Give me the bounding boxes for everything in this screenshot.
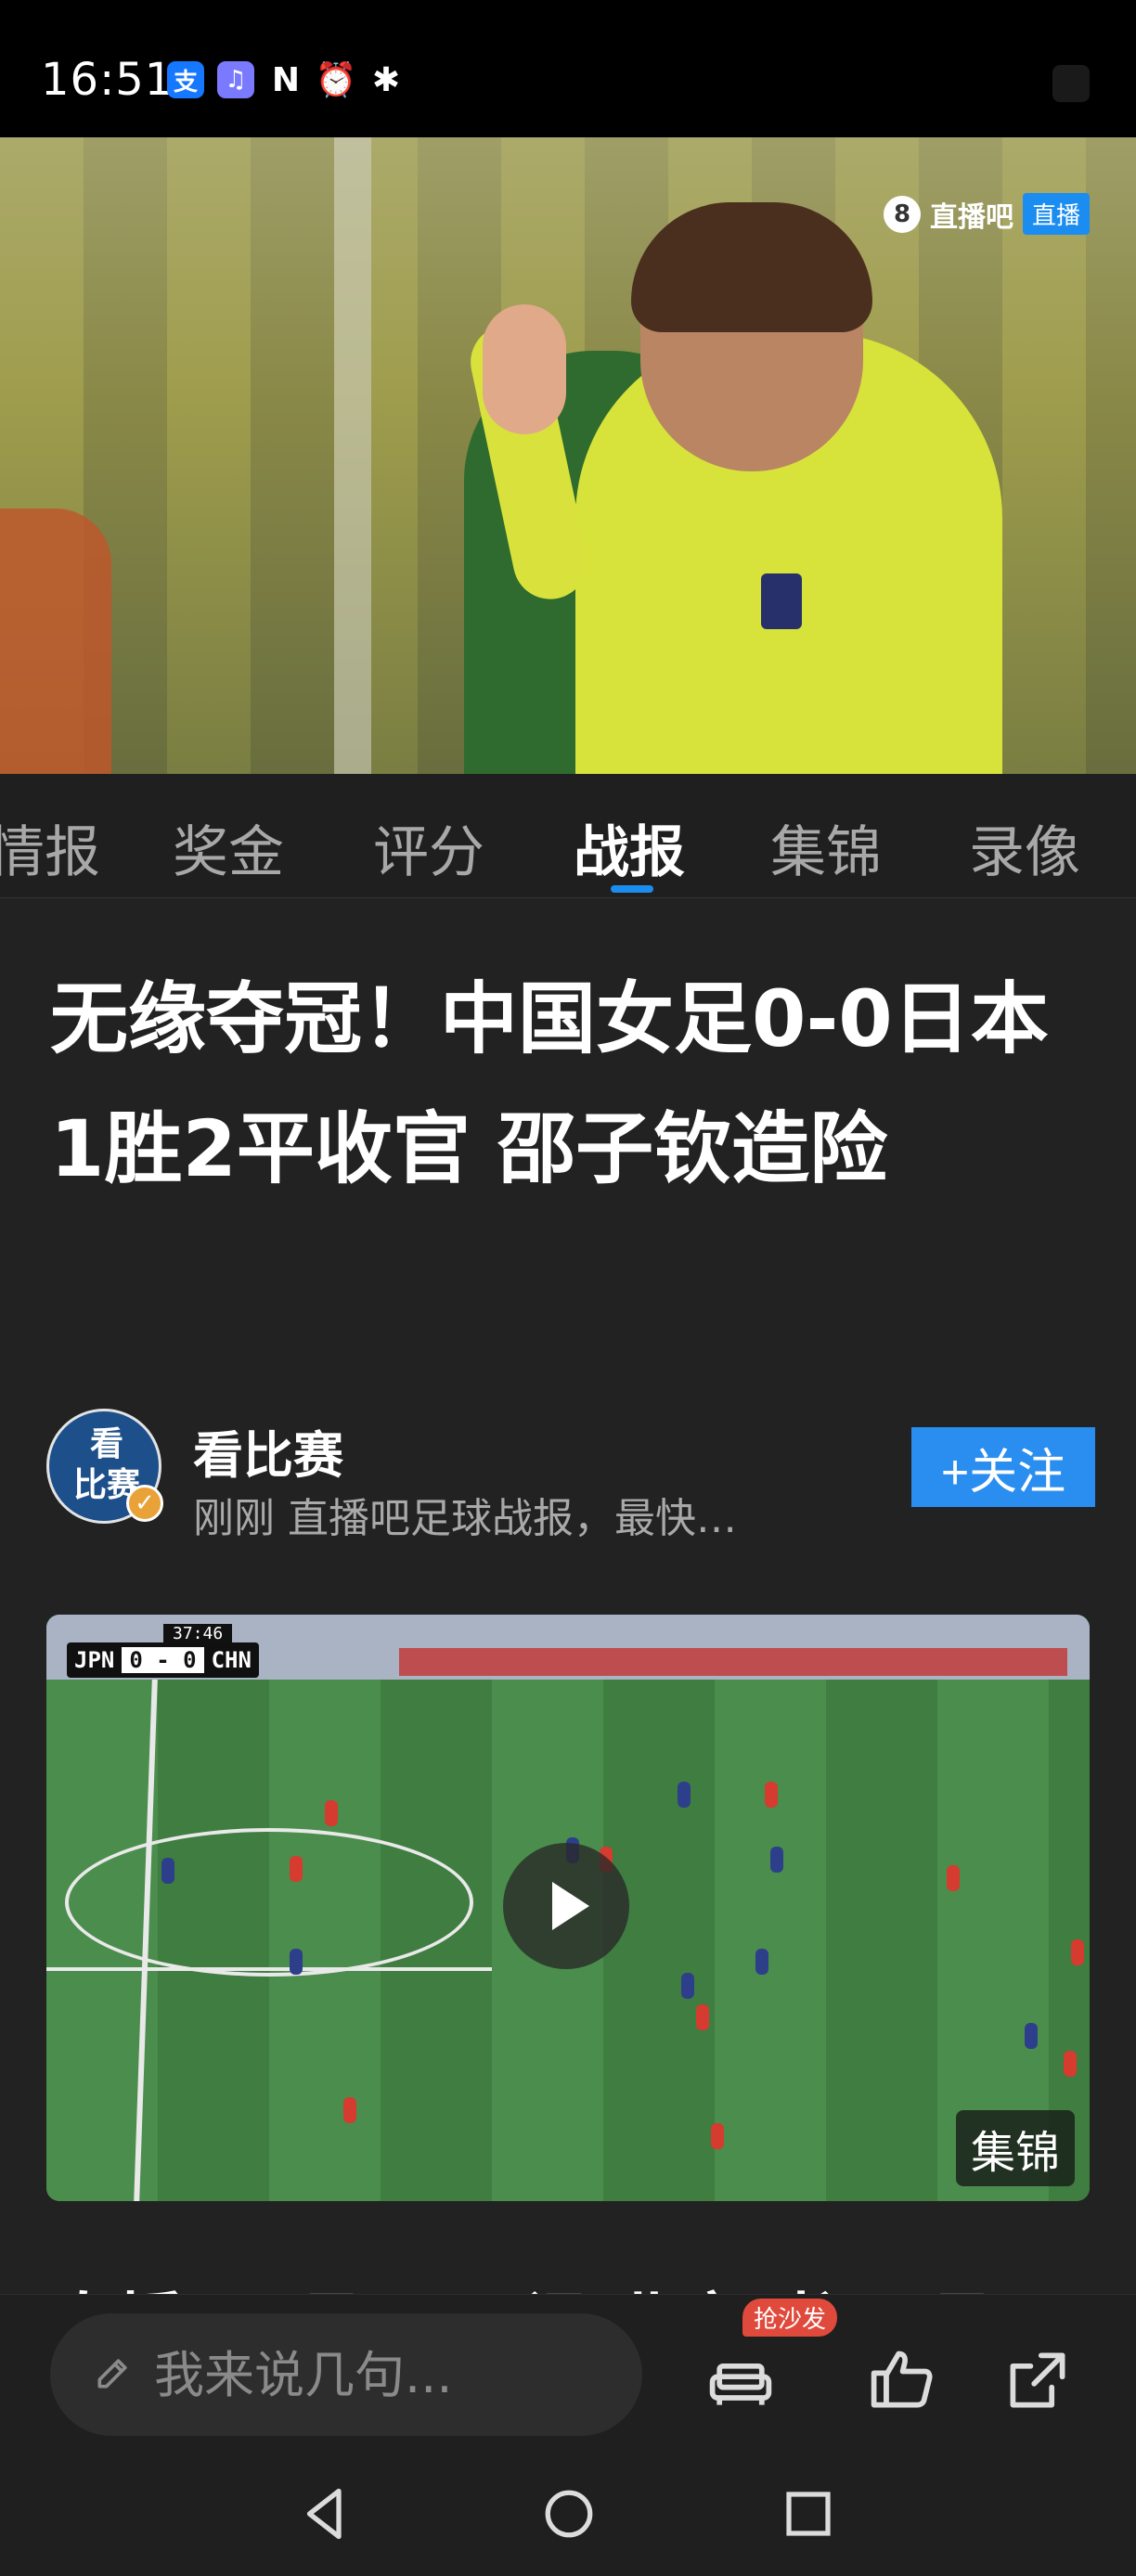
player — [770, 1847, 783, 1873]
broadcaster-logo: 8 直播吧 直播 — [883, 193, 1090, 235]
player — [678, 1782, 691, 1808]
center-circle — [65, 1828, 473, 1977]
share-icon[interactable] — [1002, 2345, 1073, 2415]
article-action-bar: 抢沙发 — [0, 2294, 1136, 2452]
match-timer: 37:46 — [163, 1624, 233, 1643]
player — [765, 1782, 778, 1808]
like-icon[interactable] — [867, 2345, 937, 2415]
music-icon: ♫ — [217, 61, 254, 98]
tab-bonus[interactable]: 奖金 — [173, 807, 284, 888]
video-figure-left — [0, 509, 111, 774]
player — [696, 2004, 709, 2030]
status-bar: 16:51 支 ♫ N ⏰ ✱ — [0, 0, 1136, 137]
tab-intel[interactable]: 情报 — [0, 807, 100, 888]
player — [1064, 2051, 1077, 2077]
follow-button[interactable]: +关注 — [911, 1427, 1095, 1507]
author-meta: 刚刚 直播吧足球战报，最快… — [193, 1495, 737, 1542]
player — [290, 1949, 303, 1975]
article-body-first-line: 直播吧2月16日讯 北京时间2月 — [50, 2270, 994, 2294]
system-nav-bar — [0, 2452, 1136, 2576]
tab-highlights[interactable]: 集锦 — [770, 807, 882, 888]
play-icon — [552, 1882, 589, 1930]
player — [1071, 1939, 1084, 1965]
sofa-icon[interactable] — [705, 2345, 776, 2415]
avatar-text-line-1: 看 — [89, 1425, 123, 1463]
alipay-icon: 支 — [167, 61, 204, 98]
player — [947, 1865, 960, 1891]
recents-icon[interactable] — [776, 2481, 841, 2546]
nfc-icon: N — [271, 60, 301, 99]
home-team: JPN — [74, 1647, 115, 1673]
author-name[interactable]: 看比赛 — [193, 1414, 343, 1488]
article: 无缘夺冠！中国女足0-0日本1胜2平收官 邵子钦造险 看 比赛 ✓ 看比赛 刚刚… — [0, 898, 1136, 2294]
player — [161, 1858, 174, 1884]
tab-bar: 情报 奖金 评分 战报 集锦 录像 — [0, 774, 1136, 898]
pencil-icon — [97, 2359, 127, 2389]
scoreboard: JPN 0 - 0 CHN — [67, 1642, 259, 1678]
verified-check-icon: ✓ — [126, 1485, 163, 1522]
article-headline: 无缘夺冠！中国女足0-0日本1胜2平收官 邵子钦造险 — [50, 973, 1049, 1194]
tab-report[interactable]: 战报 — [574, 807, 685, 888]
goal-post — [334, 137, 371, 774]
sofa-badge: 抢沙发 — [742, 2299, 838, 2337]
ad-boards — [399, 1648, 1067, 1676]
broadcaster-name: 直播吧 — [929, 200, 1013, 234]
player — [755, 1949, 768, 1975]
tab-replay[interactable]: 录像 — [969, 807, 1080, 888]
zhibo8-logo-icon: 8 — [883, 195, 921, 233]
player — [1025, 2023, 1038, 2049]
highlight-video-card[interactable]: JPN 0 - 0 CHN 37:46 集锦 — [46, 1615, 1090, 2201]
live-badge: 直播 — [1022, 193, 1090, 235]
back-icon[interactable] — [293, 2481, 358, 2546]
jersey-crest — [761, 573, 802, 629]
home-icon[interactable] — [536, 2481, 601, 2546]
score: 0 - 0 — [122, 1647, 204, 1673]
video-hand — [483, 304, 566, 434]
alarm-icon: ⏰ — [315, 61, 357, 99]
player — [343, 2097, 356, 2123]
player — [290, 1856, 303, 1882]
status-time: 16:51 — [41, 54, 174, 106]
author-row: 看 比赛 ✓ 看比赛 刚刚 直播吧足球战报，最快… +关注 — [46, 1407, 1095, 1542]
comment-input[interactable] — [50, 2313, 642, 2436]
player — [325, 1800, 338, 1826]
away-team: CHN — [211, 1647, 252, 1673]
bluetooth-icon: ✱ — [371, 60, 401, 99]
player — [681, 1973, 694, 1999]
tab-ratings[interactable]: 评分 — [373, 807, 484, 888]
highlight-tag: 集锦 — [955, 2110, 1075, 2186]
play-button[interactable] — [503, 1843, 629, 1969]
battery-icon — [1052, 65, 1090, 102]
top-video-player[interactable]: 8 直播吧 直播 — [0, 137, 1136, 774]
status-icons: 支 ♫ N ⏰ ✱ — [167, 60, 405, 99]
player — [711, 2123, 724, 2149]
active-tab-indicator — [611, 885, 653, 893]
